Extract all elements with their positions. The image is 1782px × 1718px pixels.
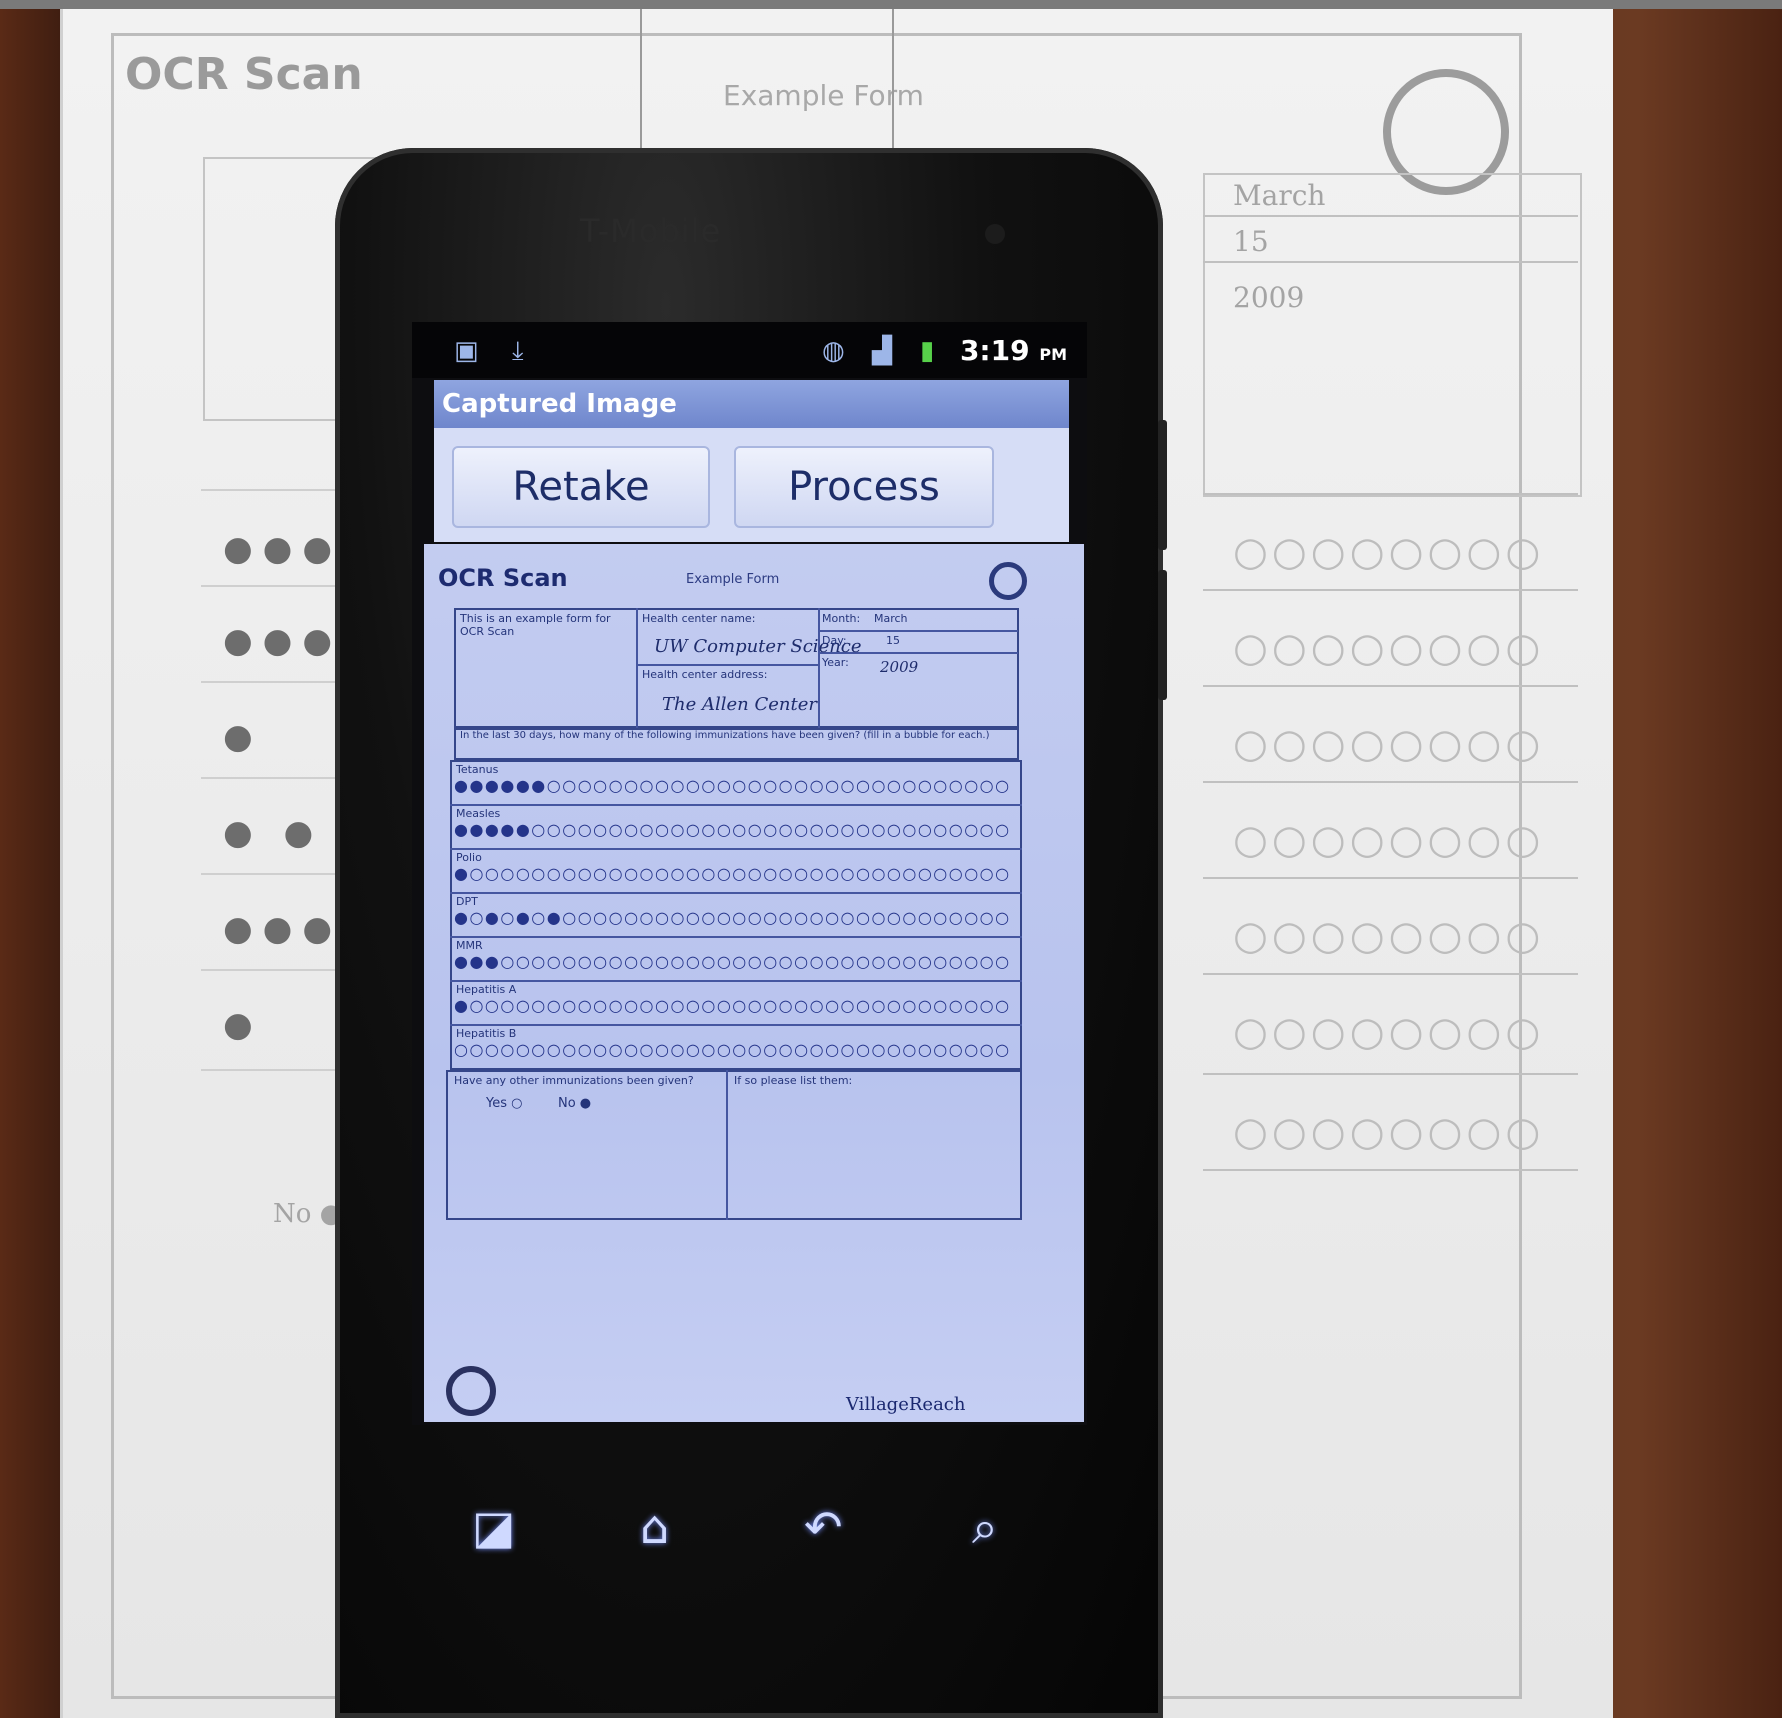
paper-bubble-row: ○○○○○○○○ xyxy=(1233,817,1545,863)
captured-divider xyxy=(450,1024,1022,1026)
captured-seal-icon xyxy=(989,562,1027,600)
paper-bubble-row: ○○○○○○○○ xyxy=(1233,625,1545,671)
row-label-tetanus: Tetanus xyxy=(456,763,499,776)
captured-divider xyxy=(450,936,1022,938)
row-label-hepatitis-a: Hepatitis A xyxy=(456,983,517,996)
clock-ampm: PM xyxy=(1039,345,1067,364)
button-bar: Retake Photo Process Form xyxy=(434,428,1069,588)
retake-photo-button[interactable]: Retake Photo xyxy=(452,446,710,588)
sync-icon: ◍ xyxy=(822,336,845,366)
paper-day: 15 xyxy=(1233,225,1269,258)
captured-logo: OCR Scan xyxy=(438,564,568,592)
phone-screen: ▣ ⤓ ◍ ▟ ▮ 3:19 PM Captured Image Retake … xyxy=(412,322,1087,1425)
captured-center-name-label: Health center name: xyxy=(642,612,756,625)
video-top-border xyxy=(0,0,1782,9)
captured-image[interactable]: OCR Scan Example Form This is an example… xyxy=(424,544,1084,1422)
paper-bubble-row: ○○○○○○○○ xyxy=(1233,913,1545,959)
bubble-row-measles: ●●●●●○○○○○○○○○○○○○○○○○○○○○○○○○○○○○○○ xyxy=(454,820,1011,839)
captured-day-value: 15 xyxy=(886,634,900,647)
signal-icon: ▟ xyxy=(872,336,892,366)
download-icon: ⤓ xyxy=(512,336,524,366)
captured-divider xyxy=(450,848,1022,850)
hardware-nav-keys: ◪ ⌂ ↶ ⌕ xyxy=(412,1500,1052,1560)
captured-divider xyxy=(450,804,1022,806)
bubble-row-hepatitis-a: ●○○○○○○○○○○○○○○○○○○○○○○○○○○○○○○○○○○○ xyxy=(454,996,1011,1015)
captured-divider xyxy=(636,608,638,728)
row-label-measles: Measles xyxy=(456,807,501,820)
captured-no-option: No ● xyxy=(558,1096,592,1111)
row-label-polio: Polio xyxy=(456,851,482,864)
paper-filled-row: ●●● xyxy=(223,909,343,949)
captured-footer-brand: VillageReach xyxy=(846,1394,966,1415)
battery-icon: ▮ xyxy=(920,336,935,366)
captured-other-box xyxy=(446,1070,1022,1220)
paper-bubble-row: ○○○○○○○○ xyxy=(1233,529,1545,575)
captured-divider xyxy=(818,630,1018,632)
paper-year: 2009 xyxy=(1233,281,1305,314)
captured-center-address-label: Health center address: xyxy=(642,668,768,681)
paper-divider xyxy=(1203,685,1578,687)
paper-line xyxy=(640,9,642,149)
paper-divider xyxy=(1203,261,1578,263)
clock: 3:19 PM xyxy=(960,334,1067,367)
app-title-bar: Captured Image xyxy=(434,380,1069,428)
volume-button[interactable] xyxy=(1158,420,1167,550)
paper-bubble-row: ○○○○○○○○ xyxy=(1233,721,1545,767)
captured-list-prompt: If so please list them: xyxy=(734,1074,853,1087)
carrier-logo: T-Mobile xyxy=(580,212,722,250)
captured-center-address: The Allen Center xyxy=(662,694,817,715)
captured-day-label: Day: xyxy=(822,634,847,647)
paper-month: March xyxy=(1233,179,1326,212)
paper-bubble-row: ○○○○○○○○ xyxy=(1233,1109,1545,1155)
search-icon[interactable]: ⌕ xyxy=(972,1500,998,1556)
captured-year-value: 2009 xyxy=(880,658,919,676)
bubble-row-mmr: ●●●○○○○○○○○○○○○○○○○○○○○○○○○○○○○○○○○○ xyxy=(454,952,1011,971)
bubble-row-polio: ●○○○○○○○○○○○○○○○○○○○○○○○○○○○○○○○○○○○ xyxy=(454,864,1011,883)
paper-divider xyxy=(1203,1073,1578,1075)
paper-yes-no: No ● xyxy=(273,1199,343,1229)
paper-line xyxy=(892,9,894,149)
paper-date-box xyxy=(1203,173,1582,497)
status-bar: ▣ ⤓ ◍ ▟ ▮ 3:19 PM xyxy=(412,322,1087,378)
captured-footer-logo xyxy=(446,1366,496,1416)
paper-divider xyxy=(1203,493,1578,495)
paper-divider xyxy=(1203,589,1578,591)
paper-filled-row: ● xyxy=(223,1005,263,1045)
home-icon[interactable]: ⌂ xyxy=(640,1500,669,1554)
paper-filled-row: ● xyxy=(223,717,263,757)
paper-bubble-row: ○○○○○○○○ xyxy=(1233,1009,1545,1055)
back-icon[interactable]: ↶ xyxy=(804,1500,843,1554)
captured-month-label: Month: xyxy=(822,612,861,625)
paper-divider xyxy=(1203,973,1578,975)
captured-question: In the last 30 days, how many of the fol… xyxy=(460,730,990,741)
paper-divider xyxy=(1203,781,1578,783)
captured-year-label: Year: xyxy=(822,656,849,669)
captured-divider xyxy=(450,980,1022,982)
front-camera xyxy=(985,224,1005,244)
captured-yes-option: Yes ○ xyxy=(486,1096,523,1111)
captured-divider xyxy=(818,608,820,728)
power-button[interactable] xyxy=(1158,570,1167,700)
paper-logo: OCR Scan xyxy=(125,49,363,100)
paper-divider xyxy=(1203,1169,1578,1171)
process-form-button[interactable]: Process Form xyxy=(734,446,994,588)
row-label-dpt: DPT xyxy=(456,895,478,908)
row-label-mmr: MMR xyxy=(456,939,483,952)
recent-apps-icon[interactable]: ◪ xyxy=(472,1500,515,1554)
row-label-hepatitis-b: Hepatitis B xyxy=(456,1027,517,1040)
captured-header-note: This is an example form for OCR Scan xyxy=(460,612,611,638)
bubble-row-hepatitis-b: ○○○○○○○○○○○○○○○○○○○○○○○○○○○○○○○○○○○○ xyxy=(454,1040,1011,1059)
bubble-row-tetanus: ●●●●●●○○○○○○○○○○○○○○○○○○○○○○○○○○○○○○ xyxy=(454,776,1011,795)
captured-month-value: March xyxy=(874,612,908,625)
paper-divider xyxy=(1203,215,1578,217)
captured-subtitle: Example Form xyxy=(686,572,780,587)
bubble-row-dpt: ●○●○●○●○○○○○○○○○○○○○○○○○○○○○○○○○○○○○ xyxy=(454,908,1011,927)
captured-other-question: Have any other immunizations been given? xyxy=(454,1074,694,1087)
paper-divider xyxy=(1203,877,1578,879)
captured-divider xyxy=(636,664,818,666)
captured-divider xyxy=(450,892,1022,894)
camera-notification-icon: ▣ xyxy=(454,336,479,366)
clock-time: 3:19 xyxy=(959,334,1030,367)
captured-divider xyxy=(726,1070,728,1220)
